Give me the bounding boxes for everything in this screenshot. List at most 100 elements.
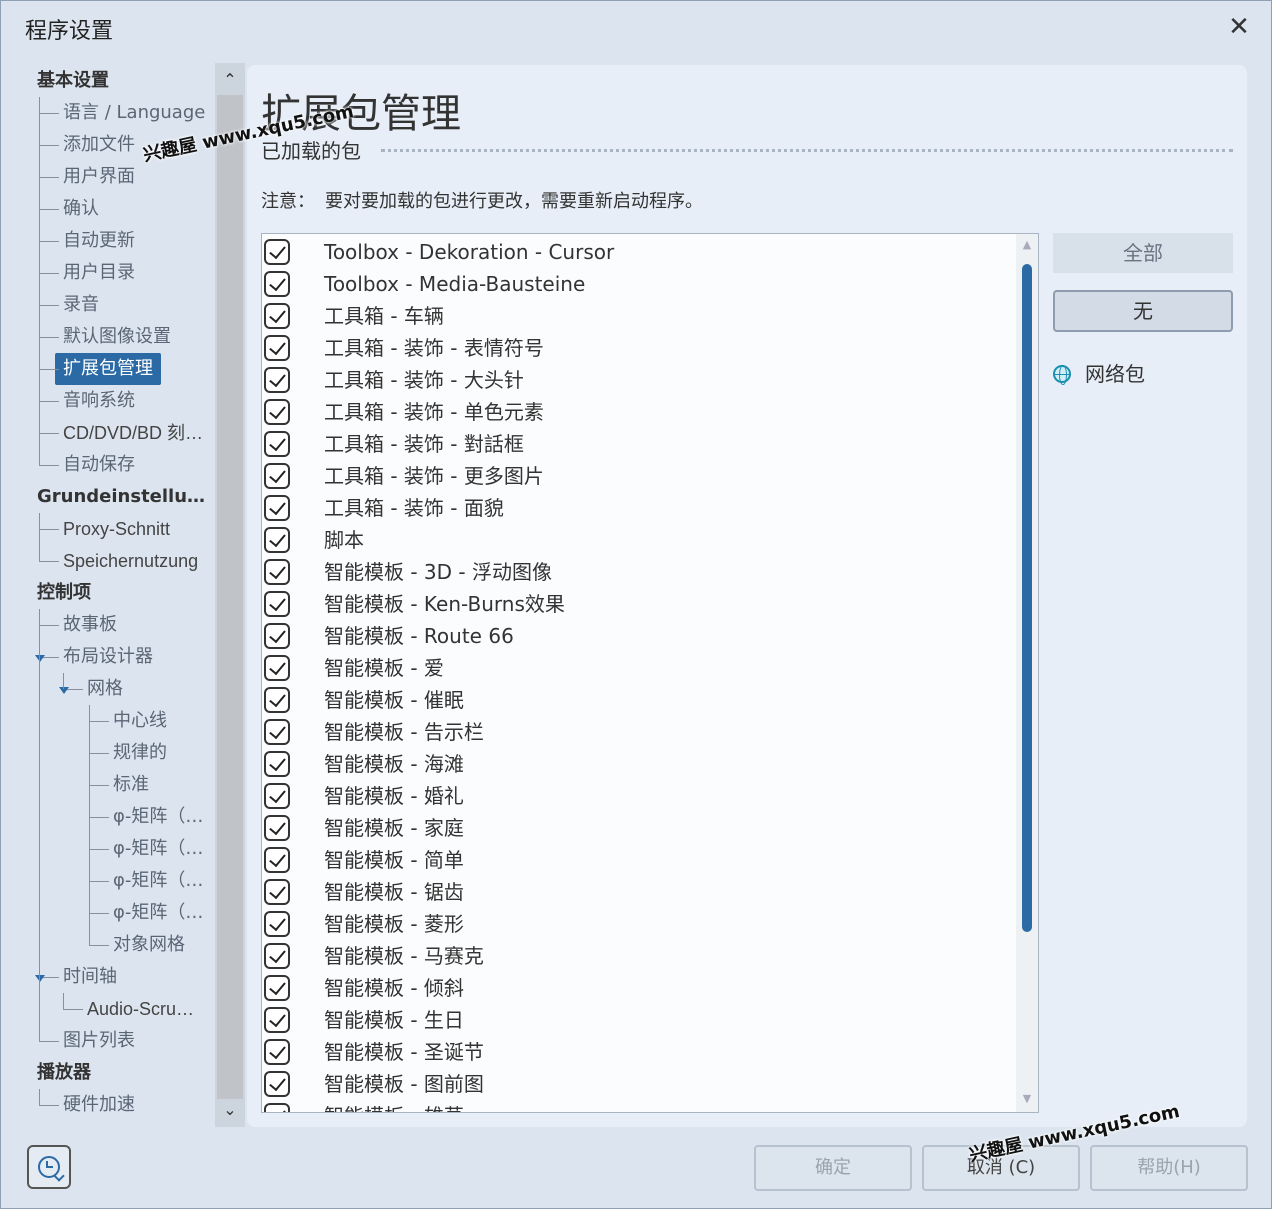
package-list-item[interactable]: 智能模板 - 爱	[262, 652, 1012, 684]
package-list-item[interactable]: 智能模板 - 婚礼	[262, 780, 1012, 812]
tree-group-header[interactable]: Grundeinstellungen	[37, 481, 213, 513]
reset-settings-button[interactable]	[27, 1145, 71, 1189]
package-list-item[interactable]: 智能模板 - 催眠	[262, 684, 1012, 716]
tree-group-header[interactable]: 播放器	[37, 1057, 91, 1089]
package-checkbox[interactable]	[264, 847, 290, 873]
tree-item[interactable]: 录音	[63, 289, 99, 321]
tree-item[interactable]: φ-矩阵（…	[113, 897, 203, 929]
package-checkbox[interactable]	[264, 559, 290, 585]
package-checkbox[interactable]	[264, 751, 290, 777]
sidebar-scrollbar[interactable]: ⌃ ⌄	[215, 63, 245, 1127]
package-checkbox[interactable]	[264, 1103, 290, 1112]
tree-item[interactable]: 添加文件	[63, 129, 135, 161]
package-list-item[interactable]: 智能模板 - 锯齿	[262, 876, 1012, 908]
package-list-item[interactable]: 智能模板 - 马赛克	[262, 940, 1012, 972]
package-list-item[interactable]: 智能模板 - 倾斜	[262, 972, 1012, 1004]
package-list-item[interactable]: 脚本	[262, 524, 1012, 556]
tree-item[interactable]: 标准	[113, 769, 149, 801]
ok-button[interactable]: 确定	[754, 1145, 912, 1191]
tree-item[interactable]: CD/DVD/BD 刻…	[63, 417, 203, 449]
package-checkbox[interactable]	[264, 911, 290, 937]
package-checkbox[interactable]	[264, 367, 290, 393]
package-list-item[interactable]: 智能模板 - 简单	[262, 844, 1012, 876]
tree-item[interactable]: Proxy-Schnitt	[63, 513, 170, 545]
tree-item[interactable]: φ-矩阵（…	[113, 833, 203, 865]
tree-item[interactable]: 自动更新	[63, 225, 135, 257]
tree-item[interactable]: 用户界面	[63, 161, 135, 193]
select-all-button[interactable]: 全部	[1053, 233, 1233, 273]
tree-item[interactable]: 语言 / Language	[63, 97, 205, 129]
tree-item[interactable]: 布局设计器	[63, 641, 153, 673]
tree-group-header[interactable]: 基本设置	[37, 65, 109, 97]
tree-item-selected[interactable]: 扩展包管理	[55, 353, 161, 385]
package-checkbox[interactable]	[264, 271, 290, 297]
package-checkbox[interactable]	[264, 943, 290, 969]
package-checkbox[interactable]	[264, 879, 290, 905]
tree-item[interactable]: 规律的	[113, 737, 167, 769]
package-list-item[interactable]: 工具箱 - 装饰 - 表情符号	[262, 332, 1012, 364]
package-checkbox[interactable]	[264, 431, 290, 457]
package-checkbox[interactable]	[264, 687, 290, 713]
package-list-item[interactable]: 智能模板 - 告示栏	[262, 716, 1012, 748]
package-list-scroll-thumb[interactable]	[1022, 264, 1032, 932]
tree-item[interactable]: φ-矩阵（…	[113, 865, 203, 897]
network-packages-link[interactable]: 网络包	[1053, 358, 1145, 390]
tree-item[interactable]: 对象网格	[113, 929, 185, 961]
package-list-item[interactable]: 智能模板 - 菱形	[262, 908, 1012, 940]
package-checkbox[interactable]	[264, 495, 290, 521]
tree-item[interactable]: 故事板	[63, 609, 117, 641]
package-list-item[interactable]: 工具箱 - 装饰 - 面貌	[262, 492, 1012, 524]
package-list-item[interactable]: 工具箱 - 装饰 - 大头针	[262, 364, 1012, 396]
package-checkbox[interactable]	[264, 1071, 290, 1097]
package-checkbox[interactable]	[264, 335, 290, 361]
package-list-item[interactable]: 工具箱 - 装饰 - 单色元素	[262, 396, 1012, 428]
tree-item[interactable]: Speichernutzung	[63, 545, 198, 577]
package-list-item[interactable]: 工具箱 - 装饰 - 對話框	[262, 428, 1012, 460]
package-checkbox[interactable]	[264, 303, 290, 329]
tree-item[interactable]: 自动保存	[63, 449, 135, 481]
expand-arrow-icon[interactable]	[59, 687, 69, 694]
package-list-item[interactable]: 智能模板 - 雄草	[262, 1100, 1012, 1112]
package-list-item[interactable]: 智能模板 - 图前图	[262, 1068, 1012, 1100]
package-list-item[interactable]: 智能模板 - 家庭	[262, 812, 1012, 844]
tree-group-header[interactable]: 控制项	[37, 577, 91, 609]
package-checkbox[interactable]	[264, 783, 290, 809]
list-scroll-down-icon[interactable]: ▼	[1019, 1092, 1035, 1105]
package-checkbox[interactable]	[264, 1039, 290, 1065]
package-list-item[interactable]: 智能模板 - 3D - 浮动图像	[262, 556, 1012, 588]
tree-item[interactable]: 音响系统	[63, 385, 135, 417]
package-checkbox[interactable]	[264, 399, 290, 425]
package-list-item[interactable]: 智能模板 - 圣诞节	[262, 1036, 1012, 1068]
package-checkbox[interactable]	[264, 591, 290, 617]
package-checkbox[interactable]	[264, 815, 290, 841]
tree-item[interactable]: 图片列表	[63, 1025, 135, 1057]
package-list[interactable]: 智能模板 - 雄草智能模板 - 图前图智能模板 - 圣诞节智能模板 - 生日智能…	[261, 233, 1039, 1113]
package-checkbox[interactable]	[264, 719, 290, 745]
package-checkbox[interactable]	[264, 239, 290, 265]
expand-arrow-icon[interactable]	[35, 975, 45, 982]
scroll-up-icon[interactable]: ⌃	[215, 65, 245, 95]
tree-item[interactable]: Audio-Scru…	[87, 993, 194, 1025]
package-checkbox[interactable]	[264, 975, 290, 1001]
tree-item[interactable]: 用户目录	[63, 257, 135, 289]
tree-item[interactable]: 中心线	[113, 705, 167, 737]
tree-item[interactable]: 网格	[87, 673, 123, 705]
package-list-item[interactable]: 智能模板 - Route 66	[262, 620, 1012, 652]
package-list-item[interactable]: 智能模板 - 生日	[262, 1004, 1012, 1036]
help-button[interactable]: 帮助(H)	[1090, 1145, 1248, 1191]
package-checkbox[interactable]	[264, 463, 290, 489]
expand-arrow-icon[interactable]	[35, 655, 45, 662]
package-checkbox[interactable]	[264, 1007, 290, 1033]
package-list-item[interactable]: 工具箱 - 装饰 - 更多图片	[262, 460, 1012, 492]
scroll-down-icon[interactable]: ⌄	[215, 1095, 245, 1125]
select-none-button[interactable]: 无	[1053, 290, 1233, 332]
package-checkbox[interactable]	[264, 655, 290, 681]
package-list-item[interactable]: 智能模板 - 海滩	[262, 748, 1012, 780]
tree-item[interactable]: φ-矩阵（…	[113, 801, 203, 833]
package-list-item[interactable]: 工具箱 - 车辆	[262, 300, 1012, 332]
package-list-scrollbar[interactable]: ▲ ▼	[1016, 234, 1038, 1112]
list-scroll-up-icon[interactable]: ▲	[1019, 238, 1035, 251]
tree-item[interactable]: 确认	[63, 193, 99, 225]
close-icon[interactable]: ✕	[1225, 13, 1253, 41]
sidebar-scroll-thumb[interactable]	[217, 95, 243, 1099]
